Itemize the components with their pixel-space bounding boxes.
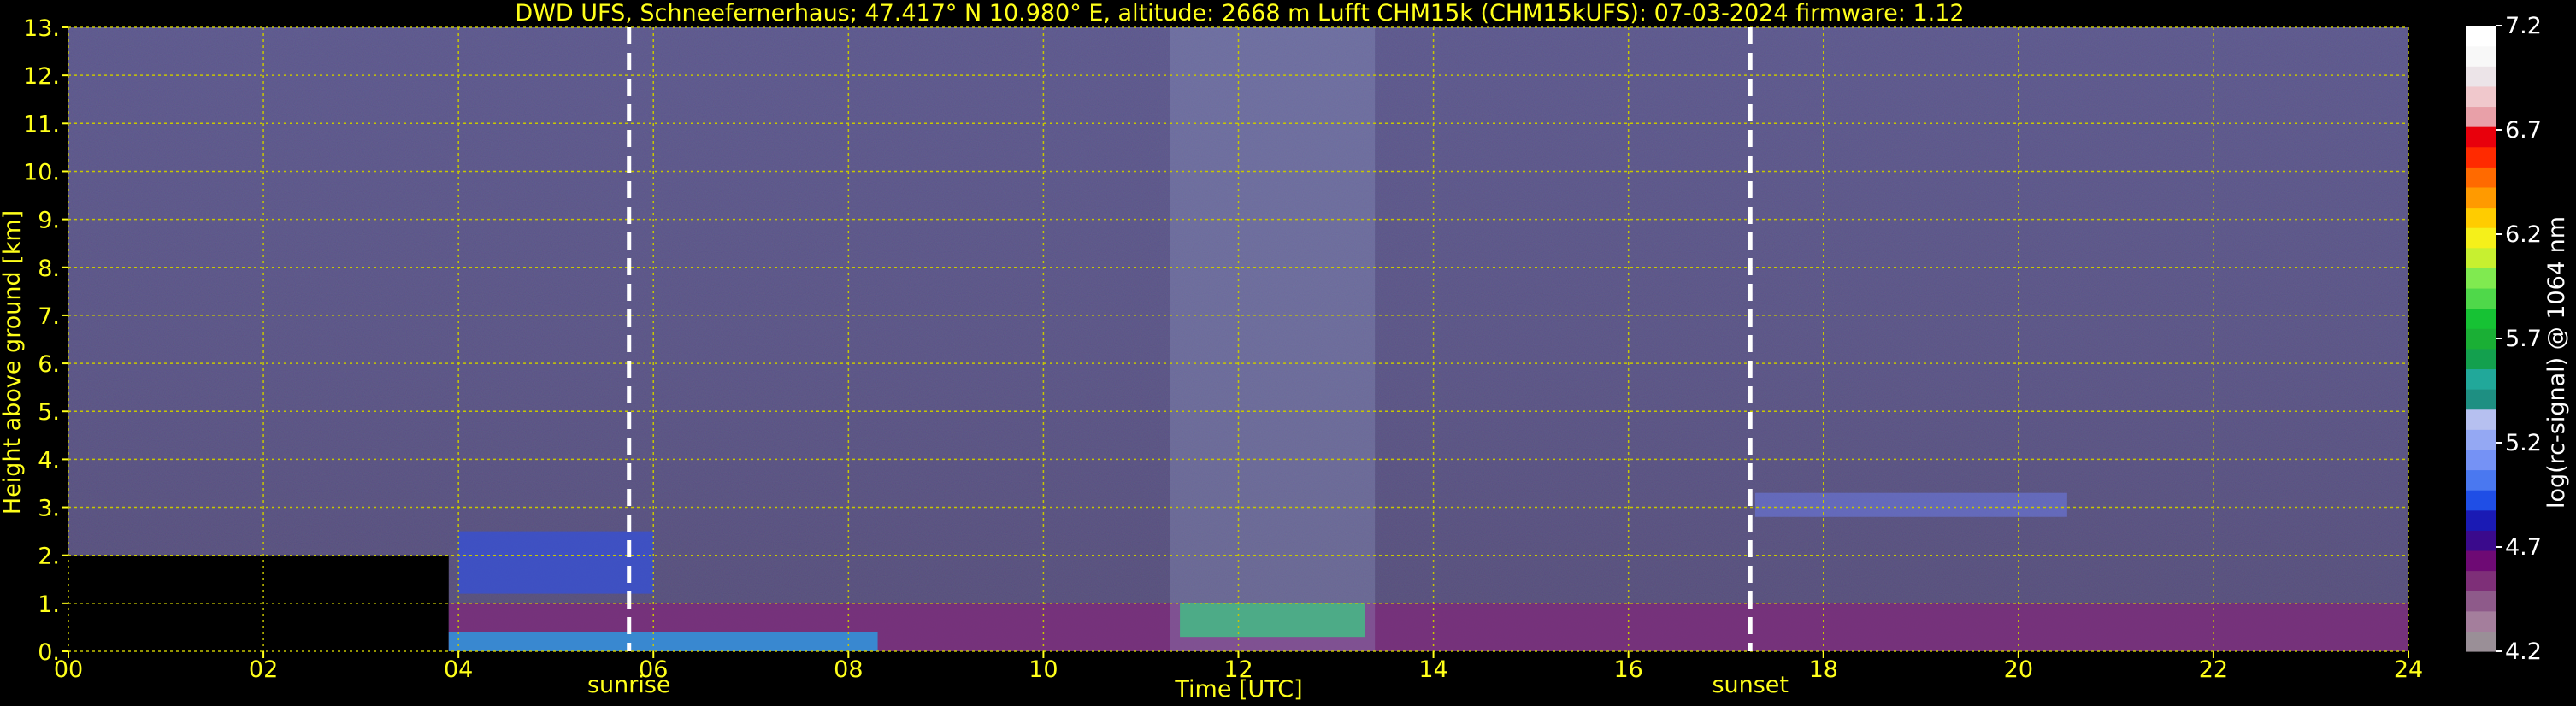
y-tick-label: 2.: [38, 544, 60, 570]
colorbar-swatch: [2466, 389, 2496, 410]
colorbar-swatch: [2466, 26, 2496, 47]
x-tick-label: 06: [639, 656, 668, 683]
x-tick-label: 18: [1809, 656, 1838, 683]
colorbar-swatch: [2466, 570, 2496, 591]
x-tick-label: 22: [2199, 656, 2228, 683]
y-tick-label: 6.: [38, 351, 60, 378]
x-axis-label: Time [UTC]: [1174, 676, 1302, 703]
colorbar-swatch: [2466, 328, 2496, 350]
y-tick-label: 7.: [38, 303, 60, 330]
colorbar-swatch: [2466, 409, 2496, 430]
y-axis-label: Height above ground [km]: [0, 210, 26, 515]
x-tick-label: 16: [1613, 656, 1642, 683]
y-tick-label: 8.: [38, 256, 60, 282]
x-tick-label: 14: [1418, 656, 1447, 683]
colorbar-swatch: [2466, 85, 2496, 108]
y-tick-label: 9.: [38, 208, 60, 234]
colorbar-swatch: [2466, 530, 2496, 551]
y-tick-label: 1.: [38, 591, 60, 618]
colorbar-swatch: [2466, 66, 2496, 87]
colorbar: 4.2 4.7 5.2 5.7 6.2 6.7 7.2: [2466, 13, 2542, 665]
colorbar-swatch: [2466, 591, 2496, 612]
aerosol-layer-3: [458, 531, 654, 594]
x-tick-label: 10: [1029, 656, 1058, 683]
colorbar-tick-label: 5.7: [2505, 326, 2542, 352]
colorbar-swatch: [2466, 550, 2496, 572]
sunset-label: sunset: [1712, 672, 1789, 698]
colorbar-swatch: [2466, 287, 2496, 309]
x-tick-label: 20: [2004, 656, 2033, 683]
colorbar-swatch: [2466, 45, 2496, 67]
y-tick-label: 11.: [23, 111, 60, 138]
x-tick-label: 02: [249, 656, 278, 683]
colorbar-swatch: [2466, 146, 2496, 168]
y-tick-label: 4.: [38, 447, 60, 474]
y-axis-ticks: 0.1.2.3.4.5.6.7.8.9.10.11.12.13.: [23, 15, 68, 666]
colorbar-swatch: [2466, 308, 2496, 329]
colorbar-tick-label: 4.7: [2505, 534, 2542, 561]
colorbar-swatch: [2466, 469, 2496, 491]
chart-svg: DWD UFS, Schneefernerhaus; 47.417° N 10.…: [0, 0, 2570, 703]
colorbar-tick-label: 6.2: [2505, 221, 2542, 248]
colorbar-swatch: [2466, 227, 2496, 249]
aerosol-layer-4: [1754, 492, 2067, 517]
x-tick-label: 08: [834, 656, 863, 683]
colorbar-tick-label: 5.2: [2505, 430, 2542, 456]
x-tick-label: 24: [2394, 656, 2423, 683]
colorbar-tick-label: 6.7: [2505, 117, 2542, 144]
colorbar-swatch: [2466, 247, 2496, 268]
colorbar-label: log(rc-signal) @ 1064 nm: [2544, 216, 2570, 509]
chart-title: DWD UFS, Schneefernerhaus; 47.417° N 10.…: [515, 0, 1964, 26]
y-tick-label: 3.: [38, 496, 60, 522]
y-tick-label: 12.: [23, 63, 60, 90]
y-tick-label: 13.: [23, 15, 60, 42]
colorbar-swatch: [2466, 368, 2496, 390]
colorbar-swatch: [2466, 429, 2496, 450]
colorbar-swatch: [2466, 449, 2496, 471]
x-tick-label: 04: [444, 656, 473, 683]
colorbar-swatch: [2466, 126, 2496, 148]
colorbar-swatch: [2466, 106, 2496, 127]
colorbar-tick-label: 4.2: [2505, 638, 2542, 665]
colorbar-swatch: [2466, 268, 2496, 289]
colorbar-swatch: [2466, 610, 2496, 632]
colorbar-swatch: [2466, 631, 2496, 652]
colorbar-swatch: [2466, 509, 2496, 531]
colorbar-swatch: [2466, 186, 2496, 209]
aerosol-layer-6: [1170, 27, 1376, 651]
colorbar-swatch: [2466, 490, 2496, 511]
colorbar-swatch: [2466, 348, 2496, 370]
y-tick-label: 10.: [23, 159, 60, 185]
ceilometer-chart: DWD UFS, Schneefernerhaus; 47.417° N 10.…: [0, 0, 2576, 706]
colorbar-tick-label: 7.2: [2505, 13, 2542, 39]
colorbar-swatch: [2466, 207, 2496, 228]
y-tick-label: 5.: [38, 399, 60, 426]
colorbar-swatch: [2466, 167, 2496, 188]
aerosol-layer-7: [448, 632, 878, 651]
x-tick-label: 00: [54, 656, 83, 683]
